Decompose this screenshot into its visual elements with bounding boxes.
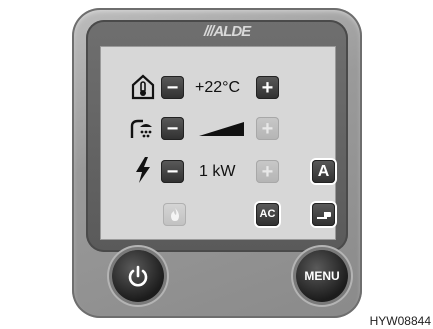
power-button[interactable] bbox=[112, 250, 164, 302]
shower-icon bbox=[130, 119, 152, 138]
image-reference-code: HYW08844 bbox=[367, 314, 433, 328]
burner-button[interactable] bbox=[163, 203, 186, 226]
power-icon bbox=[128, 265, 148, 287]
menu-button[interactable]: MENU bbox=[296, 250, 348, 302]
temperature-decrease-button[interactable]: − bbox=[161, 76, 184, 99]
auto-mode-button[interactable]: A bbox=[312, 160, 335, 183]
power-value: 1 kW bbox=[199, 163, 236, 180]
power-increase-button[interactable]: + bbox=[256, 160, 279, 183]
power-decrease-button[interactable]: − bbox=[161, 160, 184, 183]
hot-water-decrease-button[interactable]: − bbox=[161, 117, 184, 140]
flame-icon bbox=[170, 208, 179, 221]
ac-button[interactable]: AC bbox=[256, 203, 279, 226]
wrench-icon bbox=[316, 211, 331, 219]
level-ramp-icon bbox=[199, 122, 244, 136]
temperature-increase-button[interactable]: + bbox=[256, 76, 279, 99]
settings-wrench-button[interactable] bbox=[312, 203, 335, 226]
house-thermometer-icon bbox=[131, 74, 155, 100]
menu-button-label: MENU bbox=[304, 269, 340, 283]
brand-logo: ///ALDE bbox=[203, 23, 251, 40]
temperature-value: +22°C bbox=[195, 79, 241, 96]
hot-water-increase-button[interactable]: + bbox=[256, 117, 279, 140]
lightning-icon bbox=[136, 157, 150, 183]
